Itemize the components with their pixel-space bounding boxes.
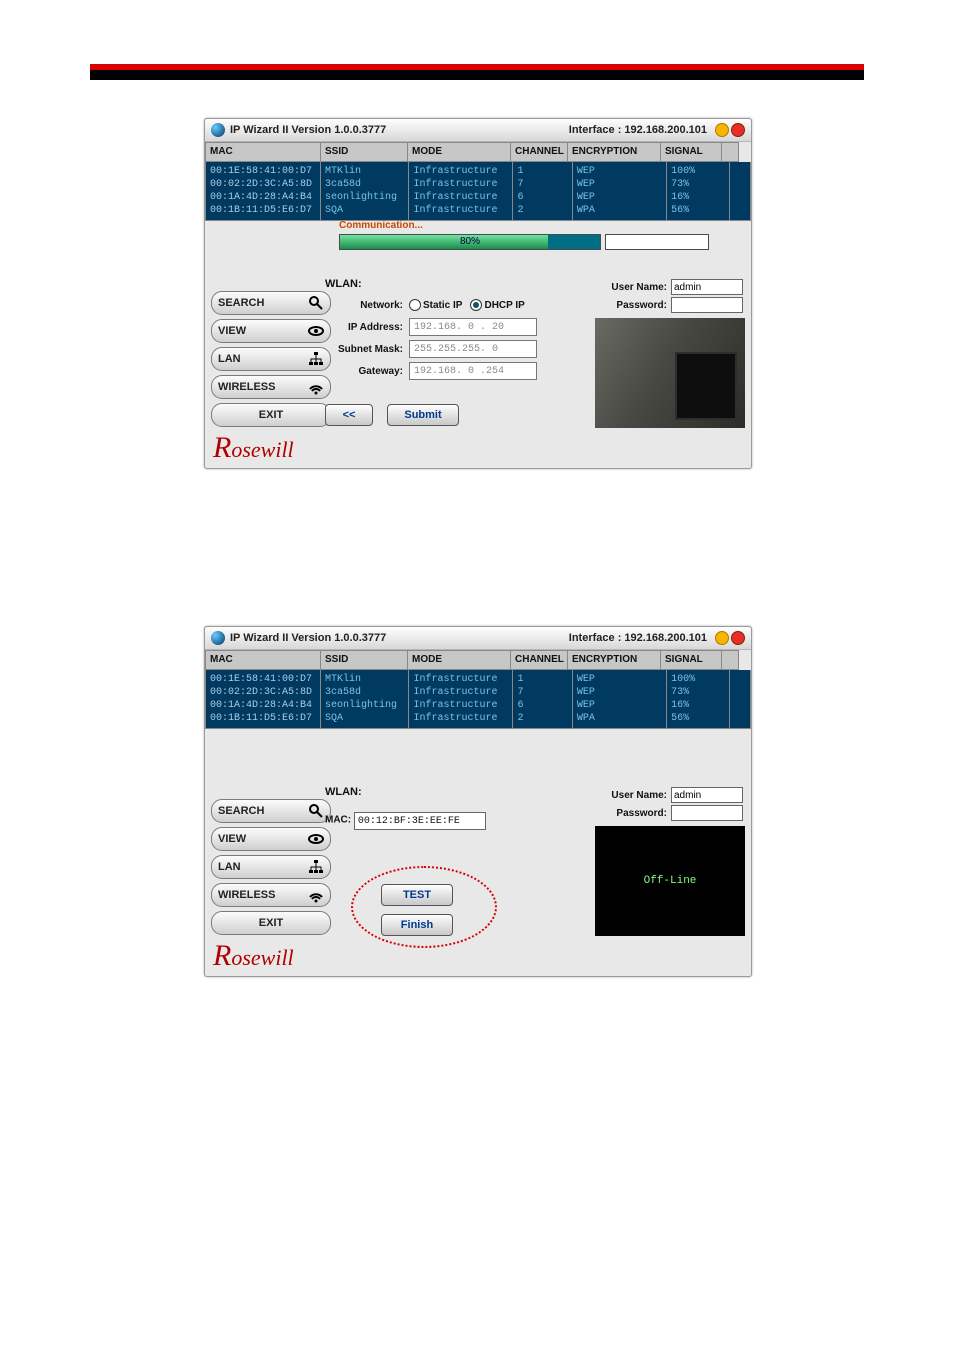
app-globe-icon: [211, 123, 225, 137]
mac-list[interactable]: 00:1E:58:41:00:D7 00:02:2D:3C:A5:8D 00:1…: [205, 670, 321, 729]
static-ip-radio[interactable]: [409, 299, 421, 311]
col-channel: CHANNEL: [511, 142, 568, 162]
col-ssid: SSID: [321, 142, 408, 162]
col-spacer: [722, 142, 739, 162]
gateway-input[interactable]: [409, 362, 537, 380]
col-mac: MAC: [205, 142, 321, 162]
ip-label: IP Address:: [325, 322, 403, 333]
mac-form-label: MAC:: [325, 815, 351, 826]
test-button[interactable]: TEST: [381, 884, 453, 906]
exit-button[interactable]: EXIT: [211, 911, 331, 935]
dhcp-ip-label: DHCP IP: [484, 300, 524, 311]
camera-preview: [595, 318, 745, 428]
username-label: User Name:: [595, 282, 667, 293]
finish-button[interactable]: Finish: [381, 914, 453, 936]
header-black-bar: [90, 70, 864, 80]
static-ip-label: Static IP: [423, 300, 462, 311]
mask-label: Subnet Mask:: [325, 344, 403, 355]
col-encryption: ENCRYPTION: [568, 142, 661, 162]
interface-label: Interface : 192.168.200.101: [569, 124, 707, 136]
wireless-button[interactable]: WIRELESS: [211, 883, 331, 907]
interface-label: Interface : 192.168.200.101: [569, 632, 707, 644]
mode-cells: Infrastructure Infrastructure Infrastruc…: [409, 670, 513, 729]
progress-remainder: [605, 234, 709, 250]
app-title: IP Wizard II Version 1.0.0.3777: [230, 124, 386, 136]
username-input[interactable]: [671, 279, 743, 295]
search-button[interactable]: SEARCH: [211, 799, 331, 823]
ssid-cells[interactable]: MTKlin 3ca58d seonlighting SQA: [321, 162, 409, 221]
network-label: Network:: [325, 300, 403, 311]
col-signal: SIGNAL: [661, 650, 722, 670]
rosewill-logo: RRosewillosewill: [213, 431, 294, 465]
titlebar: IP Wizard II Version 1.0.0.3777 Interfac…: [205, 119, 751, 142]
password-input[interactable]: [671, 805, 743, 821]
nav: SEARCH VIEW LAN WIRELESS EXIT: [205, 291, 321, 427]
dhcp-ip-radio[interactable]: [470, 299, 482, 311]
wlan-title: WLAN:: [325, 278, 537, 290]
gw-label: Gateway:: [325, 366, 403, 377]
app-title: IP Wizard II Version 1.0.0.3777: [230, 632, 386, 644]
ssid-cells[interactable]: MTKlin 3ca58d seonlighting SQA: [321, 670, 409, 729]
col-mode: MODE: [408, 650, 511, 670]
col-channel: CHANNEL: [511, 650, 568, 670]
view-button[interactable]: VIEW: [211, 827, 331, 851]
credentials: User Name: Password:: [595, 786, 745, 822]
subnet-mask-input[interactable]: [409, 340, 537, 358]
password-input[interactable]: [671, 297, 743, 313]
mode-cells: Infrastructure Infrastructure Infrastruc…: [409, 162, 513, 221]
camera-preview-offline: Off-Line: [595, 826, 745, 936]
col-encryption: ENCRYPTION: [568, 650, 661, 670]
signal-cells: 100% 73% 16% 56%: [667, 162, 730, 221]
col-mode: MODE: [408, 142, 511, 162]
progress-bar: 80%: [339, 234, 601, 250]
wlan-title: WLAN:: [325, 786, 486, 798]
username-input[interactable]: [671, 787, 743, 803]
scroll-gutter[interactable]: [730, 670, 751, 729]
exit-button[interactable]: EXIT: [211, 403, 331, 427]
close-icon[interactable]: [731, 631, 745, 645]
minimize-icon[interactable]: [715, 123, 729, 137]
search-button[interactable]: SEARCH: [211, 291, 331, 315]
channel-cells: 1 7 6 2: [513, 162, 572, 221]
signal-cells: 100% 73% 16% 56%: [667, 670, 730, 729]
password-label: Password:: [595, 300, 667, 311]
ip-address-input[interactable]: [409, 318, 537, 336]
view-button[interactable]: VIEW: [211, 319, 331, 343]
minimize-icon[interactable]: [715, 631, 729, 645]
col-signal: SIGNAL: [661, 142, 722, 162]
enc-cells: WEP WEP WEP WPA: [573, 670, 667, 729]
col-mac: MAC: [205, 650, 321, 670]
scroll-gutter[interactable]: [730, 162, 751, 221]
mac-list[interactable]: 00:1E:58:41:00:D7 00:02:2D:3C:A5:8D 00:1…: [205, 162, 321, 221]
rosewill-logo: Rosewill: [213, 939, 294, 973]
ip-wizard-window-1: IP Wizard II Version 1.0.0.3777 Interfac…: [204, 118, 752, 469]
close-icon[interactable]: [731, 123, 745, 137]
progress-text: 80%: [340, 235, 600, 249]
lan-button[interactable]: LAN: [211, 347, 331, 371]
wlan-form-2: WLAN: MAC:: [325, 786, 486, 830]
channel-cells: 1 7 6 2: [513, 670, 572, 729]
lan-button[interactable]: LAN: [211, 855, 331, 879]
enc-cells: WEP WEP WEP WPA: [573, 162, 667, 221]
offline-text: Off-Line: [644, 875, 697, 887]
communication-label: Communication...: [339, 220, 423, 231]
username-label: User Name:: [595, 790, 667, 801]
col-ssid: SSID: [321, 650, 408, 670]
credentials: User Name: Password:: [595, 278, 745, 314]
nav: SEARCH VIEW LAN WIRELESS EXIT: [205, 799, 321, 935]
col-spacer: [722, 650, 739, 670]
wlan-form: WLAN: Network: Static IP DHCP IP IP Addr…: [325, 278, 537, 382]
submit-button[interactable]: Submit: [387, 404, 459, 426]
back-button[interactable]: <<: [325, 404, 373, 426]
titlebar: IP Wizard II Version 1.0.0.3777 Interfac…: [205, 627, 751, 650]
app-globe-icon: [211, 631, 225, 645]
ip-wizard-window-2: IP Wizard II Version 1.0.0.3777 Interfac…: [204, 626, 752, 977]
password-label: Password:: [595, 808, 667, 819]
wireless-button[interactable]: WIRELESS: [211, 375, 331, 399]
mac-input[interactable]: [354, 812, 486, 830]
